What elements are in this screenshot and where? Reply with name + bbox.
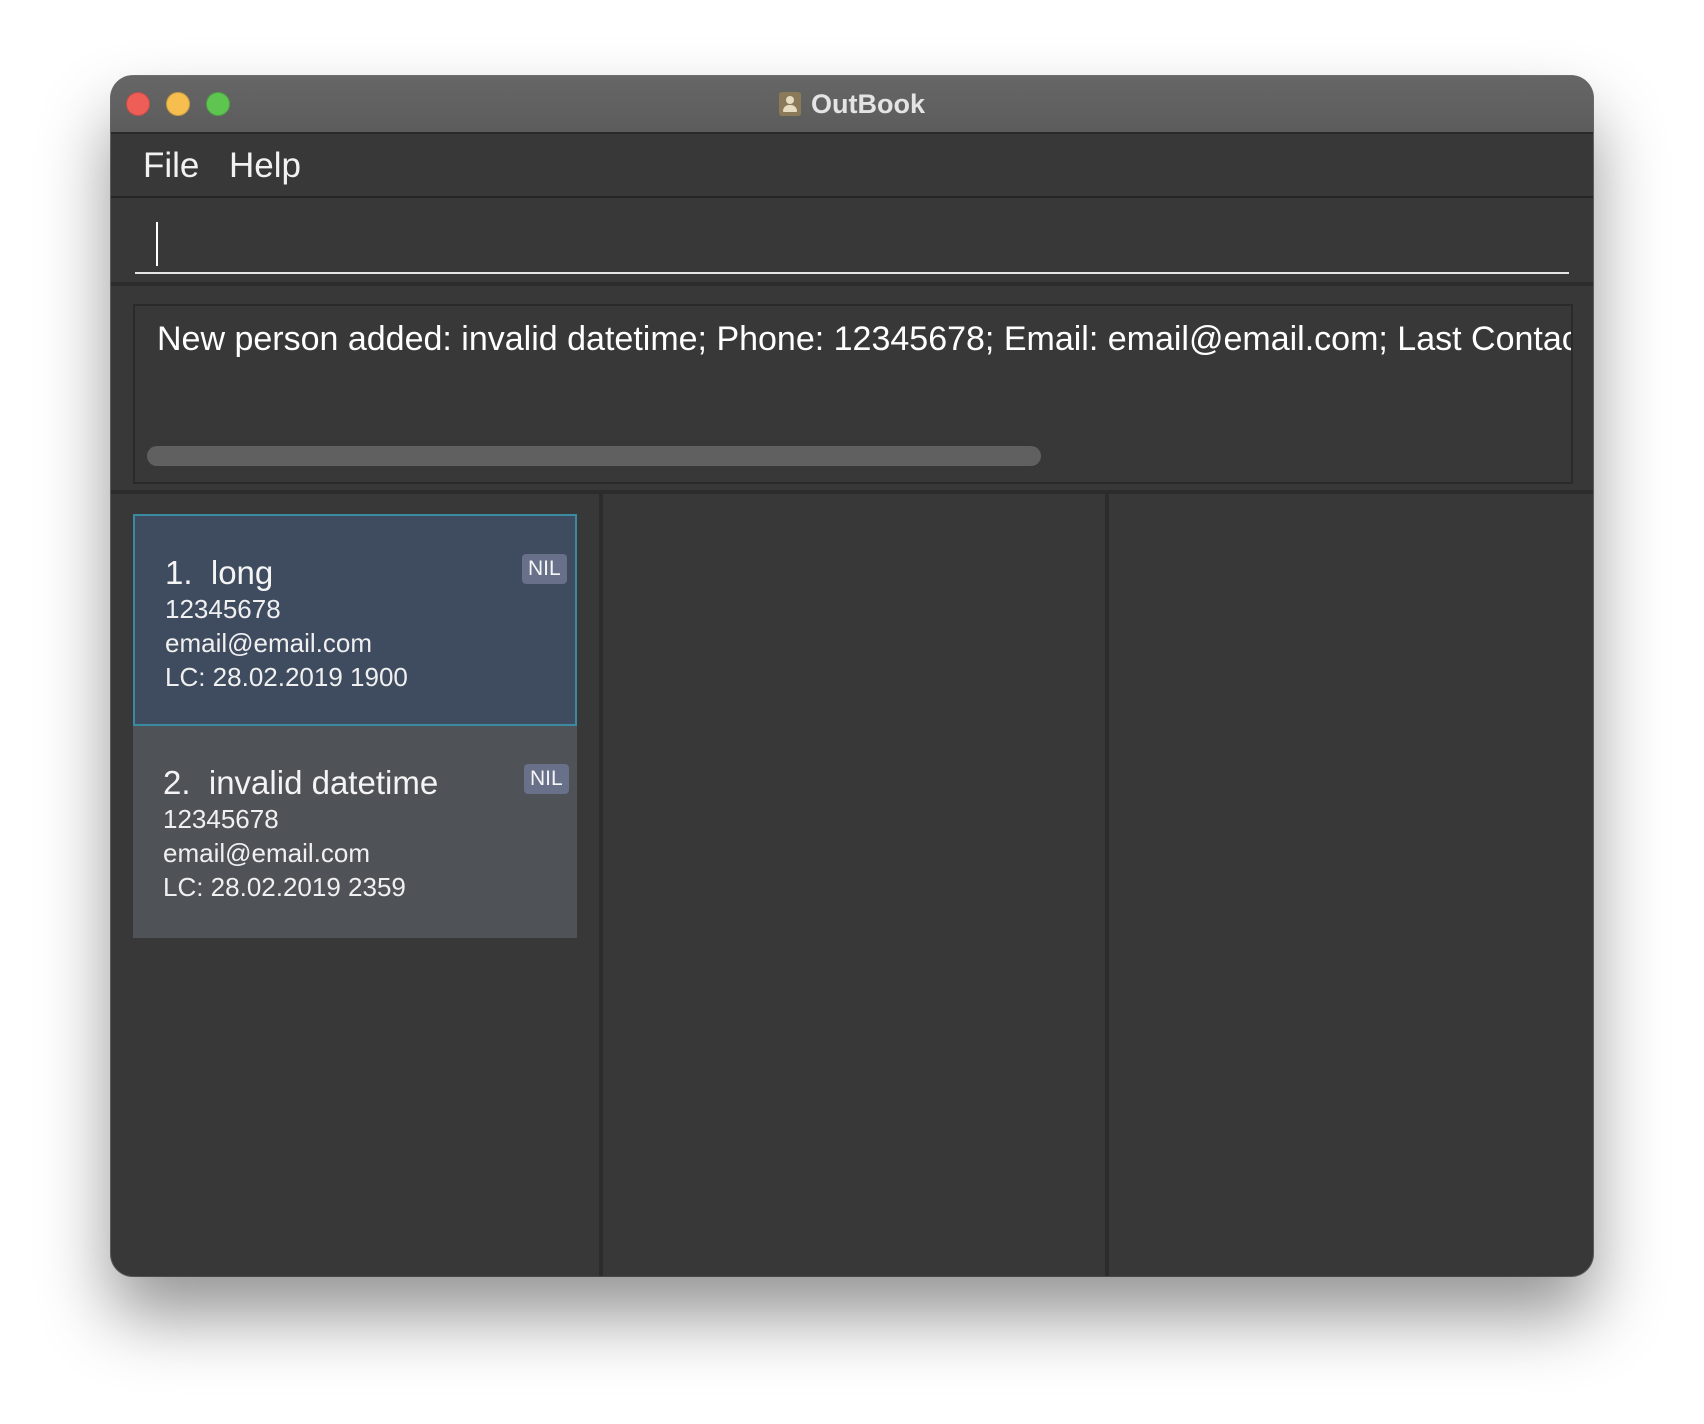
person-index: 2. <box>163 764 191 801</box>
result-message: New person added: invalid datetime; Phon… <box>157 320 1571 358</box>
contact-book-icon <box>779 92 801 116</box>
result-horizontal-scrollbar[interactable] <box>147 446 1041 466</box>
panel-separator-right[interactable] <box>1105 494 1109 1276</box>
text-caret <box>156 222 158 266</box>
person-name-text: long <box>210 554 274 591</box>
title-bar[interactable]: OutBook <box>111 76 1593 134</box>
menu-bar: File Help <box>111 134 1593 198</box>
person-phone: 12345678 <box>165 594 281 624</box>
person-card-2[interactable]: 2. invalid datetime NIL 12345678 email@e… <box>133 726 577 938</box>
menu-help[interactable]: Help <box>229 146 301 186</box>
person-name: 2. invalid datetime <box>163 764 438 802</box>
section-divider <box>111 490 1593 494</box>
person-phone: 12345678 <box>163 804 279 834</box>
person-email: email@email.com <box>165 628 372 658</box>
person-tag: NIL <box>522 554 567 584</box>
window-title: OutBook <box>811 88 925 119</box>
window-title-group: OutBook <box>111 76 1593 132</box>
person-email: email@email.com <box>163 838 370 868</box>
person-last-contacted: LC: 28.02.2019 2359 <box>163 872 406 902</box>
person-name: 1. long <box>165 554 273 592</box>
panel-separator-left[interactable] <box>599 494 603 1276</box>
command-input[interactable] <box>135 206 1569 274</box>
menu-file[interactable]: File <box>143 146 199 186</box>
command-box <box>111 198 1593 286</box>
person-tag: NIL <box>524 764 569 794</box>
person-last-contacted: LC: 28.02.2019 1900 <box>165 662 408 692</box>
app-window: OutBook File Help New person added: inva… <box>111 76 1593 1276</box>
person-card-1[interactable]: 1. long NIL 12345678 email@email.com LC:… <box>133 514 577 726</box>
person-name-text: invalid datetime <box>208 764 439 801</box>
person-index: 1. <box>165 554 193 591</box>
result-display[interactable]: New person added: invalid datetime; Phon… <box>133 304 1573 484</box>
